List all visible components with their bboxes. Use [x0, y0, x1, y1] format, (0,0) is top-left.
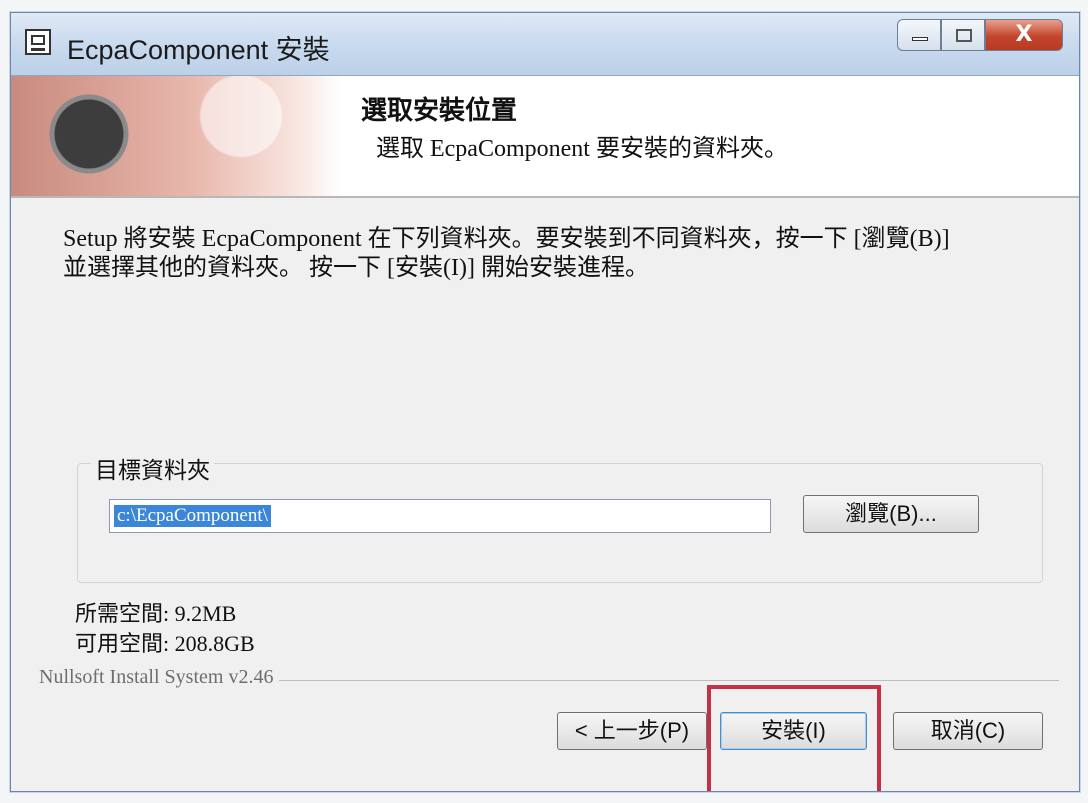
close-icon: X — [1015, 22, 1033, 47]
window-controls: X — [897, 19, 1063, 53]
install-button[interactable]: 安裝(I) — [720, 712, 867, 750]
space-required: 所需空間: 9.2MB — [75, 601, 237, 626]
header-banner-image — [11, 76, 341, 196]
cancel-button[interactable]: 取消(C) — [893, 712, 1043, 750]
app-icon — [25, 29, 51, 55]
installer-window: EcpaComponent 安裝 X 選取安裝位置 選取 EcpaCompone… — [10, 12, 1080, 792]
minimize-icon — [912, 37, 928, 41]
destination-path-input[interactable]: c:\EcpaComponent\ — [109, 499, 771, 533]
maximize-button[interactable] — [941, 19, 985, 51]
instructions-line-1: Setup 將安裝 EcpaComponent 在下列資料夾。要安裝到不同資料夾… — [63, 226, 950, 252]
destination-path-value: c:\EcpaComponent\ — [114, 505, 271, 527]
title-bar[interactable]: EcpaComponent 安裝 X — [11, 13, 1079, 76]
maximize-icon — [956, 29, 972, 42]
minimize-button[interactable] — [897, 19, 941, 51]
instructions-text: Setup 將安裝 EcpaComponent 在下列資料夾。要安裝到不同資料夾… — [63, 225, 1053, 283]
instructions-line-2: 並選擇其他的資料夾。 按一下 [安裝(I)] 開始安裝進程。 — [63, 255, 649, 281]
nsis-branding: Nullsoft Install System v2.46 — [39, 666, 280, 689]
page-header: 選取安裝位置 選取 EcpaComponent 要安裝的資料夾。 — [11, 76, 1079, 198]
space-available: 可用空間: 208.8GB — [75, 631, 255, 656]
window-title: EcpaComponent 安裝 — [67, 35, 330, 65]
back-button[interactable]: < 上一步(P) — [557, 712, 707, 750]
destination-folder-label: 目標資料夾 — [91, 451, 214, 485]
close-button[interactable]: X — [985, 19, 1063, 51]
page-title: 選取安裝位置 — [361, 96, 518, 125]
page-subtitle: 選取 EcpaComponent 要安裝的資料夾。 — [376, 136, 788, 162]
browse-button[interactable]: 瀏覽(B)... — [803, 495, 979, 533]
